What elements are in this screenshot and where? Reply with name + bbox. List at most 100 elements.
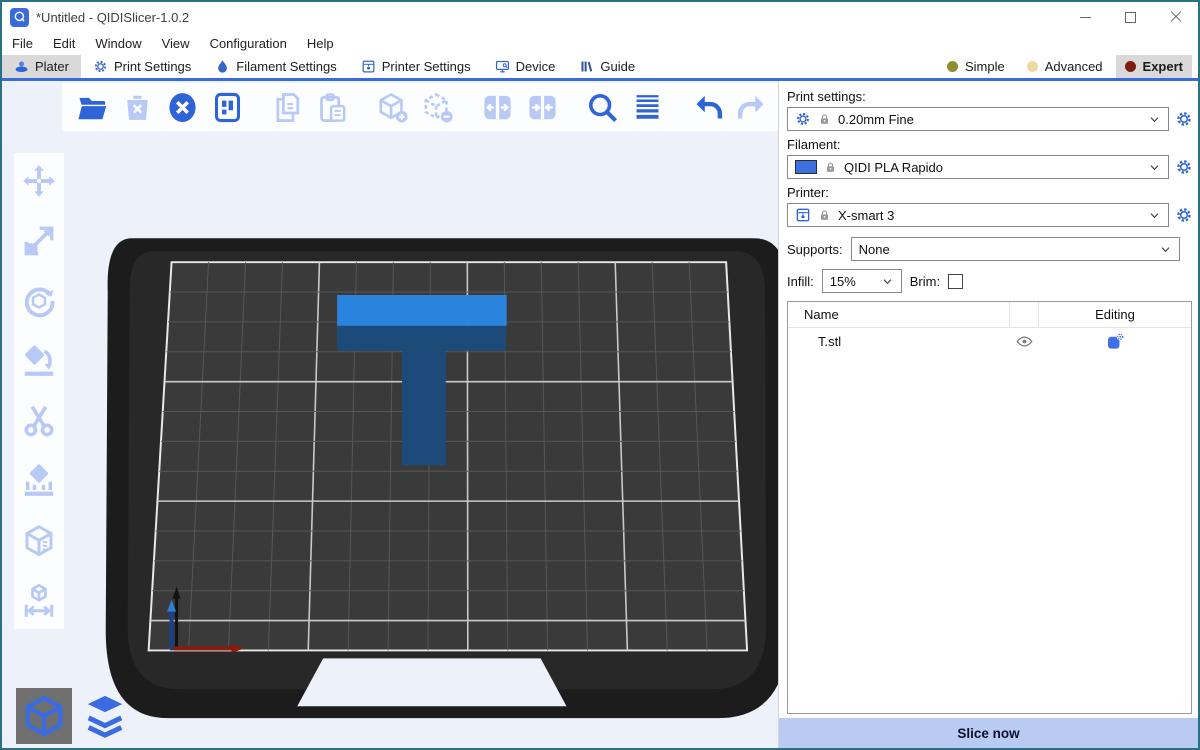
gear-icon [93, 59, 108, 74]
seam-icon[interactable] [21, 523, 57, 559]
paste-icon[interactable] [314, 89, 350, 125]
minimize-button[interactable] [1063, 2, 1108, 32]
split-parts-icon[interactable] [524, 89, 560, 125]
printer-combo[interactable]: X-smart 3 [787, 203, 1169, 227]
chevron-down-icon [1148, 113, 1161, 126]
tab-guide[interactable]: Guide [567, 55, 647, 78]
menu-view[interactable]: View [162, 36, 190, 51]
copy-icon[interactable] [269, 89, 305, 125]
eye-icon[interactable] [1016, 333, 1033, 350]
menu-bar: File Edit Window View Configuration Help [2, 32, 1198, 55]
lock-icon [818, 209, 831, 222]
infill-value: 15% [830, 274, 856, 289]
infill-select[interactable]: 15% [822, 269, 902, 293]
variable-layer-height-icon[interactable] [629, 89, 665, 125]
rotate-icon[interactable] [21, 283, 57, 319]
left-toolbar [14, 153, 64, 629]
lock-icon [818, 113, 831, 126]
remove-instance-icon[interactable] [419, 89, 455, 125]
tab-printer-settings[interactable]: Printer Settings [349, 55, 483, 78]
filament-color-swatch [795, 160, 817, 174]
filament-icon [215, 59, 230, 74]
tab-device[interactable]: Device [483, 55, 568, 78]
printer-label: Printer: [787, 185, 1194, 200]
device-icon [495, 59, 510, 74]
object-row-tstl[interactable]: T.stl [788, 328, 1191, 355]
redo-icon[interactable] [734, 89, 770, 125]
split-objects-icon[interactable] [479, 89, 515, 125]
chevron-down-icon [1148, 209, 1161, 222]
edit-object-icon[interactable] [1106, 332, 1125, 351]
tab-filament-settings[interactable]: Filament Settings [203, 55, 348, 78]
view-toggle [16, 688, 133, 744]
printer-value: X-smart 3 [838, 208, 894, 223]
app-logo-icon [10, 8, 29, 27]
cube-view-icon [21, 693, 67, 739]
model-t-top-face [337, 295, 507, 326]
slice-now-button[interactable]: Slice now [779, 718, 1198, 748]
arrange-icon[interactable] [209, 89, 245, 125]
undo-icon[interactable] [689, 89, 725, 125]
close-button[interactable] [1153, 2, 1198, 32]
brim-checkbox[interactable] [948, 274, 963, 289]
top-toolbar [62, 83, 778, 131]
settings-sidebar: Print settings: 0.20mm Fine Filament: [778, 81, 1198, 748]
supports-value: None [859, 242, 890, 257]
printer-gear-button[interactable] [1174, 205, 1194, 225]
gear-icon [795, 111, 811, 127]
title-bar: *Untitled - QIDISlicer-1.0.2 [2, 2, 1198, 32]
tab-print-settings[interactable]: Print Settings [81, 55, 203, 78]
measure-icon[interactable] [21, 583, 57, 619]
print-settings-gear-button[interactable] [1174, 109, 1194, 129]
mode-expert[interactable]: Expert [1116, 55, 1192, 78]
menu-help[interactable]: Help [307, 36, 334, 51]
mode-simple[interactable]: Simple [938, 55, 1014, 78]
model-t-stem-front-face [402, 351, 446, 465]
viewport-3d[interactable] [2, 81, 778, 748]
maximize-button[interactable] [1108, 2, 1153, 32]
supports-select[interactable]: None [851, 237, 1180, 261]
close-icon [1170, 11, 1182, 23]
place-on-face-icon[interactable] [21, 343, 57, 379]
filament-label: Filament: [787, 137, 1194, 152]
guide-icon [579, 59, 594, 74]
menu-configuration[interactable]: Configuration [210, 36, 287, 51]
tab-plater[interactable]: Plater [2, 55, 81, 78]
filament-gear-button[interactable] [1174, 157, 1194, 177]
chevron-down-icon [1159, 243, 1172, 256]
printer-icon [795, 207, 811, 223]
3d-editor-view-button[interactable] [16, 688, 72, 744]
printer-icon [361, 59, 376, 74]
expert-dot-icon [1125, 61, 1136, 72]
simple-dot-icon [947, 61, 958, 72]
print-settings-value: 0.20mm Fine [838, 112, 914, 127]
add-instance-icon[interactable] [374, 89, 410, 125]
chevron-down-icon [1148, 161, 1161, 174]
preview-view-button[interactable] [77, 688, 133, 744]
menu-file[interactable]: File [12, 36, 33, 51]
brim-label: Brim: [910, 274, 940, 289]
search-icon[interactable] [584, 89, 620, 125]
delete-icon[interactable] [119, 89, 155, 125]
lock-icon [824, 161, 837, 174]
scale-icon[interactable] [21, 223, 57, 259]
menu-edit[interactable]: Edit [53, 36, 75, 51]
delete-all-icon[interactable] [164, 89, 200, 125]
open-folder-icon[interactable] [74, 89, 110, 125]
plate-handle-notch [297, 658, 566, 706]
move-icon[interactable] [21, 163, 57, 199]
layers-view-icon [82, 693, 128, 739]
print-settings-combo[interactable]: 0.20mm Fine [787, 107, 1169, 131]
object-list-header: Name Editing [788, 302, 1191, 328]
column-editing: Editing [1039, 307, 1191, 322]
filament-combo[interactable]: QIDI PLA Rapido [787, 155, 1169, 179]
paint-supports-icon[interactable] [21, 463, 57, 499]
app-window: *Untitled - QIDISlicer-1.0.2 File Edit W… [0, 0, 1200, 750]
mode-advanced[interactable]: Advanced [1018, 55, 1112, 78]
build-plate-scene [2, 81, 778, 748]
minimize-icon [1080, 17, 1091, 18]
gear-icon [1175, 158, 1193, 176]
cut-icon[interactable] [21, 403, 57, 439]
menu-window[interactable]: Window [95, 36, 141, 51]
gear-icon [1175, 206, 1193, 224]
